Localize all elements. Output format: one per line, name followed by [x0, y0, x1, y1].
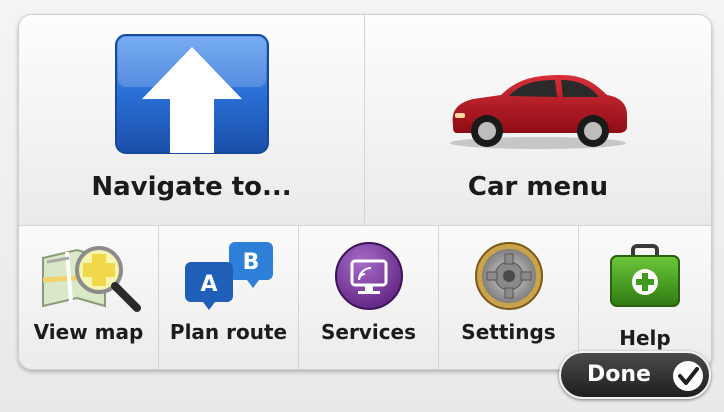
settings-button[interactable]: Settings — [439, 226, 579, 369]
done-label: Done — [587, 362, 651, 387]
gear-icon — [475, 242, 543, 310]
route-ab-icon: B A — [185, 242, 273, 310]
help-label: Help — [619, 326, 671, 350]
route-a-badge: A — [200, 272, 217, 297]
help-button[interactable]: Help — [579, 226, 711, 369]
services-label: Services — [320, 320, 417, 344]
navigate-to-label: Navigate to... — [91, 172, 292, 202]
plan-route-button[interactable]: B A Plan route — [159, 226, 299, 369]
settings-label: Settings — [461, 320, 556, 344]
up-arrow-icon — [115, 34, 269, 154]
car-icon — [450, 75, 627, 149]
navigate-to-button[interactable]: Navigate to... — [19, 15, 365, 225]
main-menu-panel: Navigate to... Car menu View map B A Pla… — [18, 14, 712, 370]
done-button[interactable]: Done — [559, 351, 711, 399]
view-map-button[interactable]: View map — [19, 226, 159, 369]
car-menu-button[interactable]: Car menu — [365, 15, 711, 225]
first-aid-kit-icon — [610, 244, 680, 307]
checkmark-icon — [673, 361, 703, 391]
car-menu-label: Car menu — [467, 172, 609, 202]
shortcut-row: View map B A Plan route Services Setting… — [19, 225, 711, 369]
services-monitor-icon — [335, 242, 403, 310]
map-magnifier-icon — [42, 246, 141, 312]
services-button[interactable]: Services — [299, 226, 439, 369]
main-menu-top-row: Navigate to... Car menu — [19, 15, 711, 225]
route-b-badge: B — [243, 250, 260, 275]
plan-route-label: Plan route — [169, 320, 288, 344]
view-map-label: View map — [33, 320, 144, 344]
